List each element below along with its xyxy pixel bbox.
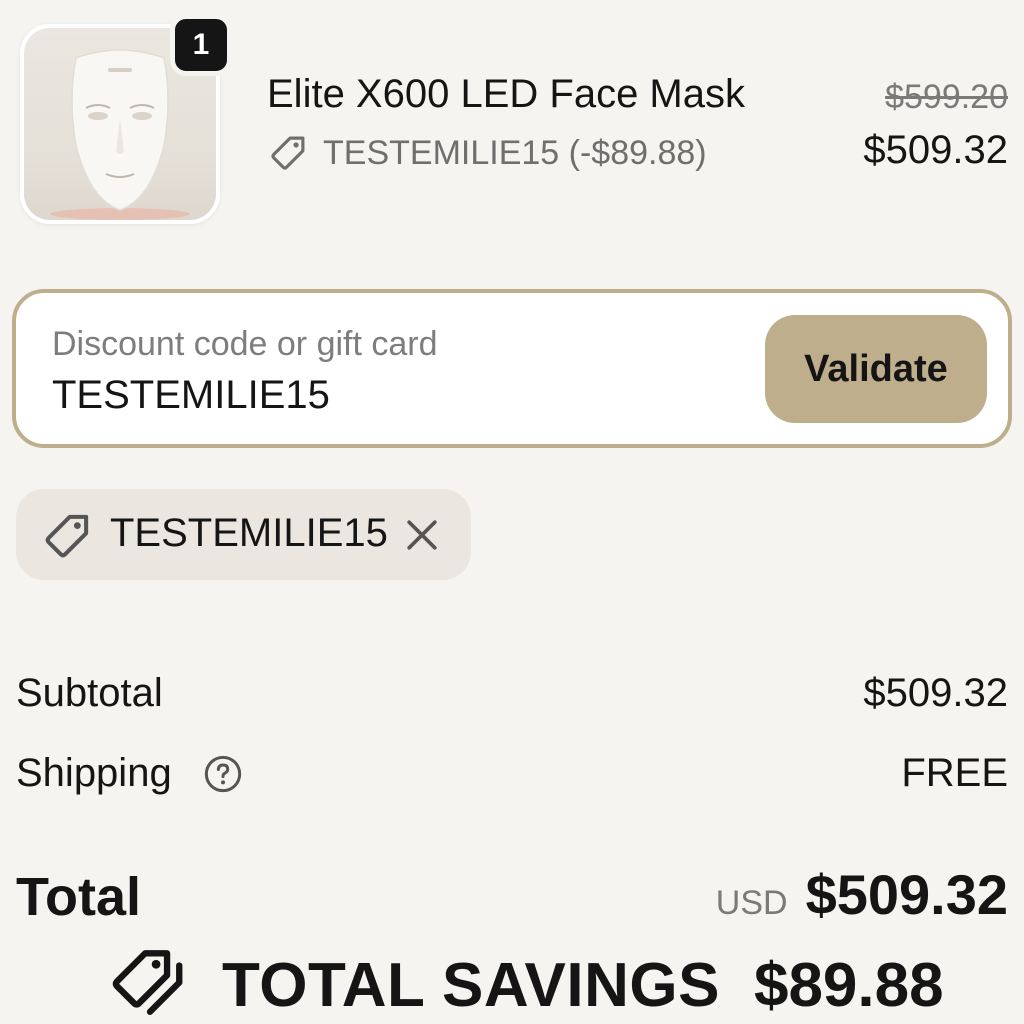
validate-button[interactable]: Validate [765,315,987,423]
product-discount-text: TESTEMILIE15 (-$89.88) [323,133,707,172]
question-circle-icon[interactable] [203,754,243,794]
quantity-badge: 1 [170,14,232,76]
total-label: Total [16,867,141,927]
close-icon[interactable] [400,513,444,557]
total-currency: USD [715,884,788,922]
shipping-value: FREE [901,751,1008,795]
original-price: $599.20 [885,78,1008,116]
applied-discount-code: TESTEMILIE15 [110,511,388,555]
total-savings-value: $89.88 [753,950,944,1020]
tag-icon [45,514,89,558]
tag-icon [271,136,305,170]
total-savings: TOTAL SAVINGS $89.88 [108,946,944,1024]
shipping-label: Shipping [16,751,172,795]
final-price: $509.32 [863,128,1008,172]
tags-icon [112,950,183,1015]
subtotal-value: $509.32 [863,671,1008,715]
discount-field[interactable]: Discount code or gift card TESTEMILIE15 … [12,289,1012,448]
subtotal-label: Subtotal [16,671,163,715]
discount-field-label: Discount code or gift card [52,325,438,363]
product-name: Elite X600 LED Face Mask [267,72,745,116]
product-discount-line: TESTEMILIE15 (-$89.88) [267,132,707,174]
applied-discount-chip: TESTEMILIE15 [16,489,471,580]
total-value: $509.32 [805,863,1008,926]
total-savings-label: TOTAL SAVINGS [222,950,720,1020]
discount-field-value[interactable]: TESTEMILIE15 [52,373,330,418]
total-amount: USD $509.32 [716,862,1008,927]
